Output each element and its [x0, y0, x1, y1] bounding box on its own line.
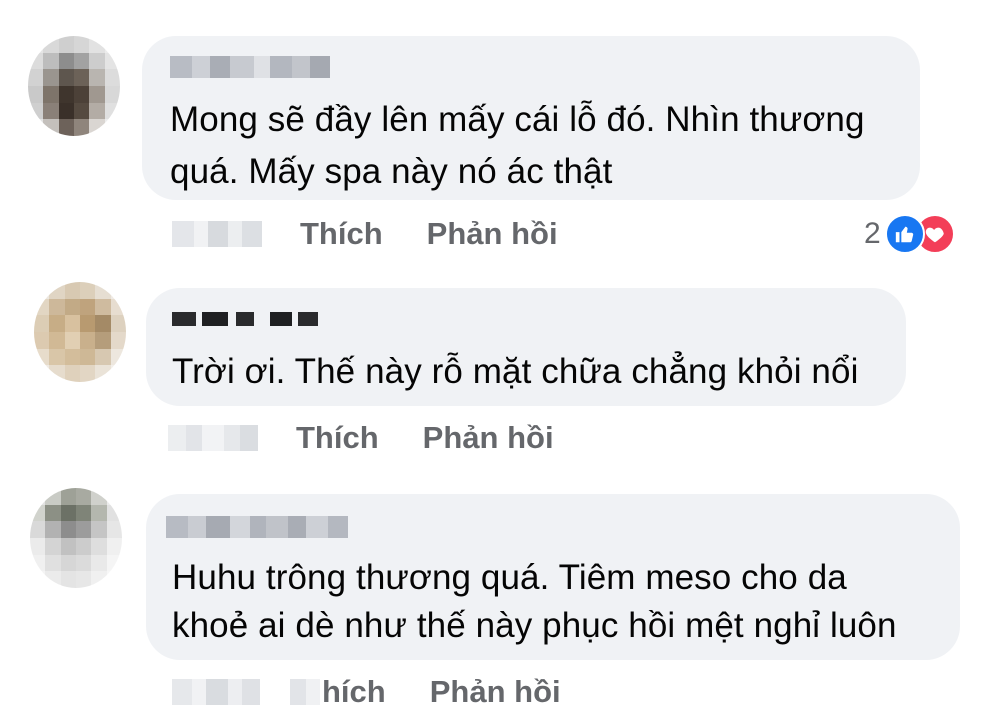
author-name[interactable]	[166, 516, 348, 538]
like-icon	[884, 214, 925, 254]
comment-text-line: khoẻ ai dè như thế này phục hồi mệt nghỉ…	[172, 606, 897, 645]
comment-actions: Thích Phản hồi	[172, 214, 558, 254]
comment-actions: hích Phản hồi	[172, 672, 561, 712]
avatar[interactable]	[34, 282, 126, 382]
comment-text-line: Huhu trông thương quá. Tiêm meso cho da	[172, 558, 847, 597]
reaction-summary[interactable]: 2	[864, 214, 955, 254]
reply-button[interactable]: Phản hồi	[427, 216, 558, 252]
comment-text-line: Mong sẽ đầy lên mấy cái lỗ đó. Nhìn thươ…	[170, 100, 865, 139]
comment-bubble: Mong sẽ đầy lên mấy cái lỗ đó. Nhìn thươ…	[142, 36, 920, 200]
reaction-count: 2	[864, 217, 881, 250]
avatar[interactable]	[28, 36, 120, 136]
comment-text-line: Trời ơi. Thế này rỗ mặt chữa chẳng khỏi …	[172, 352, 859, 391]
author-name[interactable]	[172, 312, 318, 326]
reply-button[interactable]: Phản hồi	[430, 674, 561, 710]
like-button[interactable]: Thích	[296, 420, 379, 456]
comment-text-line: quá. Mấy spa này nó ác thật	[170, 152, 613, 191]
comment-bubble: Huhu trông thương quá. Tiêm meso cho da …	[146, 494, 960, 660]
comment-bubble: Trời ơi. Thế này rỗ mặt chữa chẳng khỏi …	[146, 288, 906, 406]
timestamp[interactable]	[172, 219, 262, 249]
reply-button[interactable]: Phản hồi	[423, 420, 554, 456]
timestamp[interactable]	[172, 677, 322, 707]
comment-actions: Thích Phản hồi	[168, 418, 554, 458]
author-name[interactable]	[170, 56, 330, 78]
like-button[interactable]: hích	[322, 674, 386, 710]
comment-thread: Mong sẽ đầy lên mấy cái lỗ đó. Nhìn thươ…	[0, 0, 1000, 727]
timestamp[interactable]	[168, 423, 258, 453]
like-button[interactable]: Thích	[300, 216, 383, 252]
avatar[interactable]	[30, 488, 122, 588]
